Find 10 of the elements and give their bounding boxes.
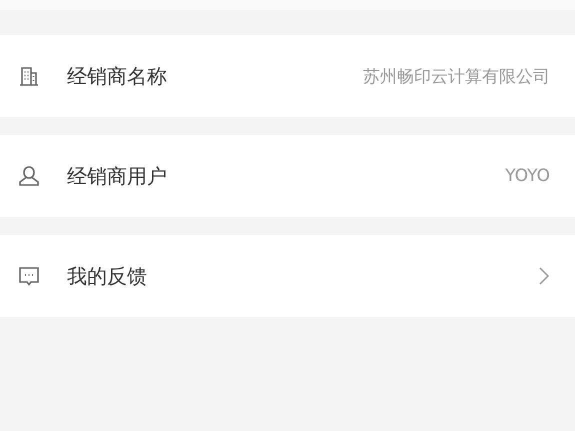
person-icon [18, 165, 40, 187]
building-icon [18, 65, 40, 87]
message-icon [18, 265, 40, 287]
row-value: 苏州畅印云计算有限公司 [363, 66, 550, 88]
chevron-icon [538, 266, 550, 286]
row-value: YOYO [505, 166, 550, 186]
row-label: 我的反馈 [67, 262, 148, 290]
row-label: 经销商名称 [67, 62, 168, 90]
row-label: 经销商用户 [67, 162, 168, 190]
feedback-row[interactable]: 我的反馈 [0, 235, 575, 317]
